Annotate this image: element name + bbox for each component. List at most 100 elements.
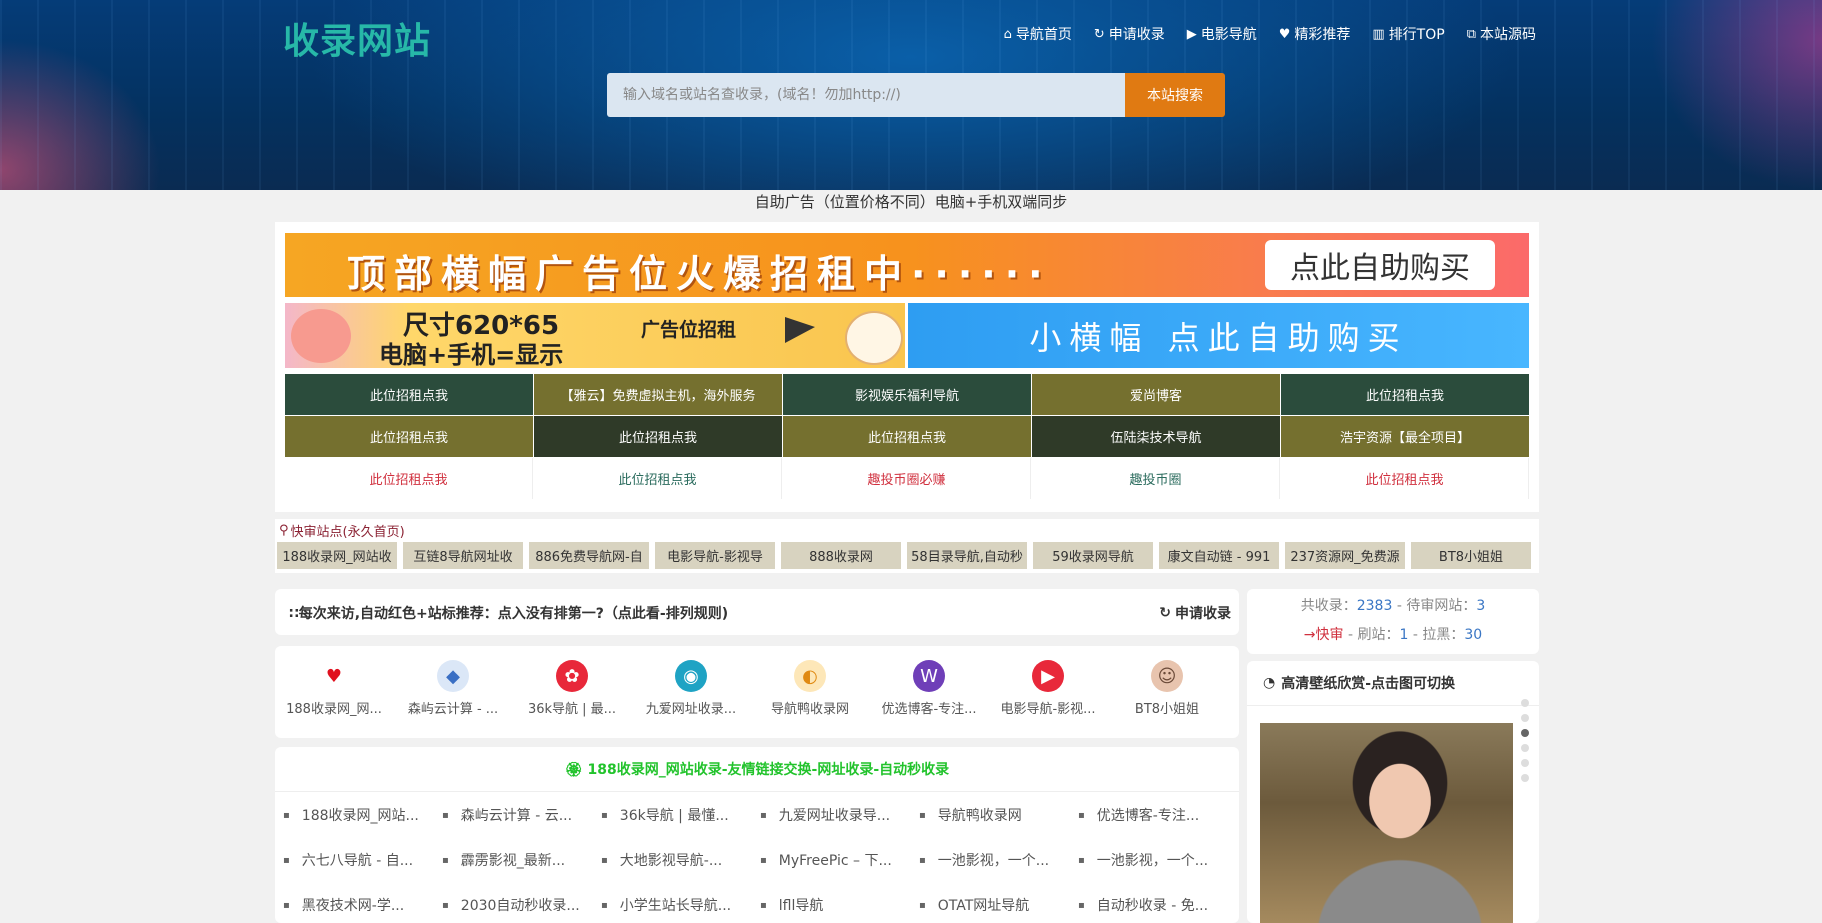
nav-item-0[interactable]: ⌂ 导航首页	[1004, 24, 1072, 44]
site-link[interactable]: 优选博客-专注...	[1078, 805, 1228, 825]
pager-dot[interactable]	[1521, 759, 1529, 767]
featured-site[interactable]: ☺ BT8小姐姐	[1108, 660, 1226, 717]
site-link[interactable]: 导航鸭收录网	[919, 805, 1069, 825]
site-link[interactable]: lfll导航	[760, 895, 910, 915]
site-logo-icon: ✿	[556, 660, 588, 692]
left-banner-devices: 电脑+手机=显示	[379, 341, 564, 368]
quick-review-list: 188收录网_网站收 互链8导航网址收 886免费导航网-自 电影导航-影视导 888收…	[277, 542, 1531, 569]
site-link[interactable]: 九爱网址收录导...	[760, 805, 910, 825]
quick-review-item[interactable]: 59收录网导航	[1033, 542, 1153, 569]
black-label: - 拉黑：	[1408, 627, 1465, 643]
wallpaper-title-text: 高清壁纸欣赏-点击图可切换	[1281, 676, 1456, 692]
site-link[interactable]: 大地影视导航-...	[601, 850, 751, 870]
quick-review-item[interactable]: 886免费导航网-自	[529, 542, 649, 569]
text-ad-slot[interactable]: 趣投币圈必赚	[783, 458, 1031, 499]
site-link[interactable]: 森屿云计算 - 云...	[442, 805, 592, 825]
quick-review-item[interactable]: 188收录网_网站收	[277, 542, 397, 569]
quick-review-item[interactable]: 237资源网_免费源	[1285, 542, 1405, 569]
quick-review-sites: ⚲ 快审站点(永久首页) 188收录网_网站收 互链8导航网址收 886免费导航网-…	[275, 519, 1539, 573]
featured-site-name: 九爱网址收录...	[645, 702, 737, 717]
text-ad-slot[interactable]: 此位招租点我	[1281, 458, 1529, 499]
text-ad-slot[interactable]: 此位招租点我	[285, 458, 533, 499]
top-banner-buy-button[interactable]: 点此自助购买	[1265, 240, 1495, 290]
quick-review-item[interactable]: BT8小姐姐	[1411, 542, 1531, 569]
top-banner-text: 顶部横幅广告位火爆招租中······	[347, 252, 1052, 296]
site-logo-icon: ☺	[1151, 660, 1183, 692]
nav-item-5[interactable]: ⧉ 本站源码	[1467, 24, 1536, 44]
text-ad-slot[interactable]: 此位招租点我	[783, 416, 1031, 457]
text-ad-slot[interactable]: 此位招租点我	[534, 416, 782, 457]
featured-site-name: BT8小姐姐	[1134, 702, 1200, 717]
pager-dot[interactable]	[1521, 744, 1529, 752]
text-ad-slot[interactable]: 浩宇资源【最全项目】	[1281, 416, 1529, 457]
featured-site[interactable]: ◐ 导航鸭收录网	[751, 660, 869, 717]
pager-dot[interactable]	[1521, 699, 1529, 707]
fast-review-link[interactable]: →快审	[1304, 627, 1344, 643]
pager-dot[interactable]	[1521, 714, 1529, 722]
search-button[interactable]: 本站搜索	[1125, 73, 1225, 117]
nav-item-4[interactable]: ▥ 排行TOP	[1372, 24, 1444, 44]
site-link[interactable]: 36k导航 | 最懂...	[601, 805, 751, 825]
site-link[interactable]: 霹雳影视_最新...	[442, 850, 592, 870]
site-logo[interactable]: 收录网站	[283, 12, 431, 64]
featured-site[interactable]: ♥ 188收录网_网...	[275, 660, 393, 717]
divider	[275, 791, 1239, 792]
site-logo-icon: ◐	[794, 660, 826, 692]
pager-dot[interactable]	[1521, 774, 1529, 782]
text-ad-slot[interactable]: 【雅云】免费虚拟主机，海外服务	[534, 374, 782, 415]
nav-item-1[interactable]: ↻ 申请收录	[1094, 24, 1165, 44]
black-count: 30	[1464, 627, 1483, 643]
nav-item-2[interactable]: ▶ 电影导航	[1187, 24, 1257, 44]
nav-item-label: 导航首页	[1015, 27, 1072, 43]
site-link[interactable]: MyFreePic – 下...	[760, 850, 910, 870]
site-header: 收录网站 ⌂导航首页 ↻申请收录 ▶电影导航 ♥精彩推荐 ▥排行TOP ⧉本站源码 本站搜…	[0, 0, 1822, 190]
quick-review-item[interactable]: 58目录导航,自动秒	[907, 542, 1027, 569]
text-ad-slot[interactable]: 此位招租点我	[534, 458, 782, 499]
text-ad-slot[interactable]: 爱尚博客	[1032, 374, 1280, 415]
apply-inclusion-link[interactable]: ↻ 申请收录	[1159, 603, 1231, 623]
text-ad-slot[interactable]: 趣投币圈	[1032, 458, 1280, 499]
featured-site[interactable]: ◆ 森屿云计算 - ...	[394, 660, 512, 717]
quick-review-item[interactable]: 互链8导航网址收	[403, 542, 523, 569]
quick-review-item[interactable]: 康文自动链 - 991	[1159, 542, 1279, 569]
site-link[interactable]: OTAT网址导航	[919, 895, 1069, 915]
wallpaper-pager	[1521, 699, 1529, 782]
site-link[interactable]: 黑夜技术网-学...	[283, 895, 433, 915]
featured-site-name: 电影导航-影视...	[1000, 702, 1096, 717]
pager-dot[interactable]	[1521, 729, 1529, 737]
text-ad-slot[interactable]: 此位招租点我	[1281, 374, 1529, 415]
featured-site[interactable]: ✿ 36k导航 | 最...	[513, 660, 631, 717]
site-link[interactable]: 六七八导航 - 自...	[283, 850, 433, 870]
divider	[1247, 705, 1539, 706]
site-link[interactable]: 188收录网_网站...	[283, 805, 433, 825]
bar-chart-icon: ▥	[1372, 26, 1385, 42]
ad-notice: 自助广告（位置价格不同）电脑+手机双端同步	[754, 193, 1068, 211]
text-ad-slot[interactable]: 此位招租点我	[285, 416, 533, 457]
nav-item-3[interactable]: ♥ 精彩推荐	[1279, 24, 1351, 44]
site-logo-icon: ▶	[1032, 660, 1064, 692]
text-ad-slot[interactable]: 影视娱乐福利导航	[783, 374, 1031, 415]
wallpaper-image[interactable]	[1260, 723, 1513, 923]
featured-site[interactable]: ◉ 九爱网址收录...	[632, 660, 750, 717]
recommend-rules-link[interactable]: ∷每次来访,自动红色+站标推荐：点入没有排第一?（点此看-排列规则)	[289, 603, 728, 623]
text-ad-slot[interactable]: 伍陆柒技术导航	[1032, 416, 1280, 457]
top-banner-ad[interactable]: 顶部横幅广告位火爆招租中······ 点此自助购买	[285, 233, 1529, 297]
links-title[interactable]: 🏵 188收录网_网站收录-友情链接交换-网址收录-自动秒收录	[275, 759, 1239, 779]
text-ad-grid: 此位招租点我 【雅云】免费虚拟主机，海外服务 影视娱乐福利导航 爱尚博客 此位招租点我此…	[285, 374, 1529, 499]
site-logo-icon: ♥	[318, 660, 350, 692]
site-link[interactable]: 一池影视，一个...	[919, 850, 1069, 870]
text-ad-slot[interactable]: 此位招租点我	[285, 374, 533, 415]
left-banner-ad[interactable]: 尺寸620*65 电脑+手机=显示 广告位招租	[285, 303, 905, 368]
heart-icon: ♥	[1278, 26, 1291, 42]
site-link[interactable]: 自动秒收录 - 免...	[1078, 895, 1228, 915]
right-banner-ad[interactable]: 小横幅 点此自助购买	[908, 303, 1529, 368]
quick-review-item[interactable]: 电影导航-影视导	[655, 542, 775, 569]
featured-site[interactable]: ▶ 电影导航-影视...	[989, 660, 1107, 717]
search-input[interactable]	[607, 73, 1125, 117]
quick-review-item[interactable]: 888收录网	[781, 542, 901, 569]
site-link[interactable]: 2030自动秒收录...	[442, 895, 592, 915]
featured-site[interactable]: W 优选博客-专注...	[870, 660, 988, 717]
site-link[interactable]: 小学生站长导航...	[601, 895, 751, 915]
stats-panel: 共收录：2383 - 待审网站：3 →快审 - 刷站：1 - 拉黑：30	[1247, 589, 1539, 654]
site-link[interactable]: 一池影视，一个...	[1078, 850, 1228, 870]
